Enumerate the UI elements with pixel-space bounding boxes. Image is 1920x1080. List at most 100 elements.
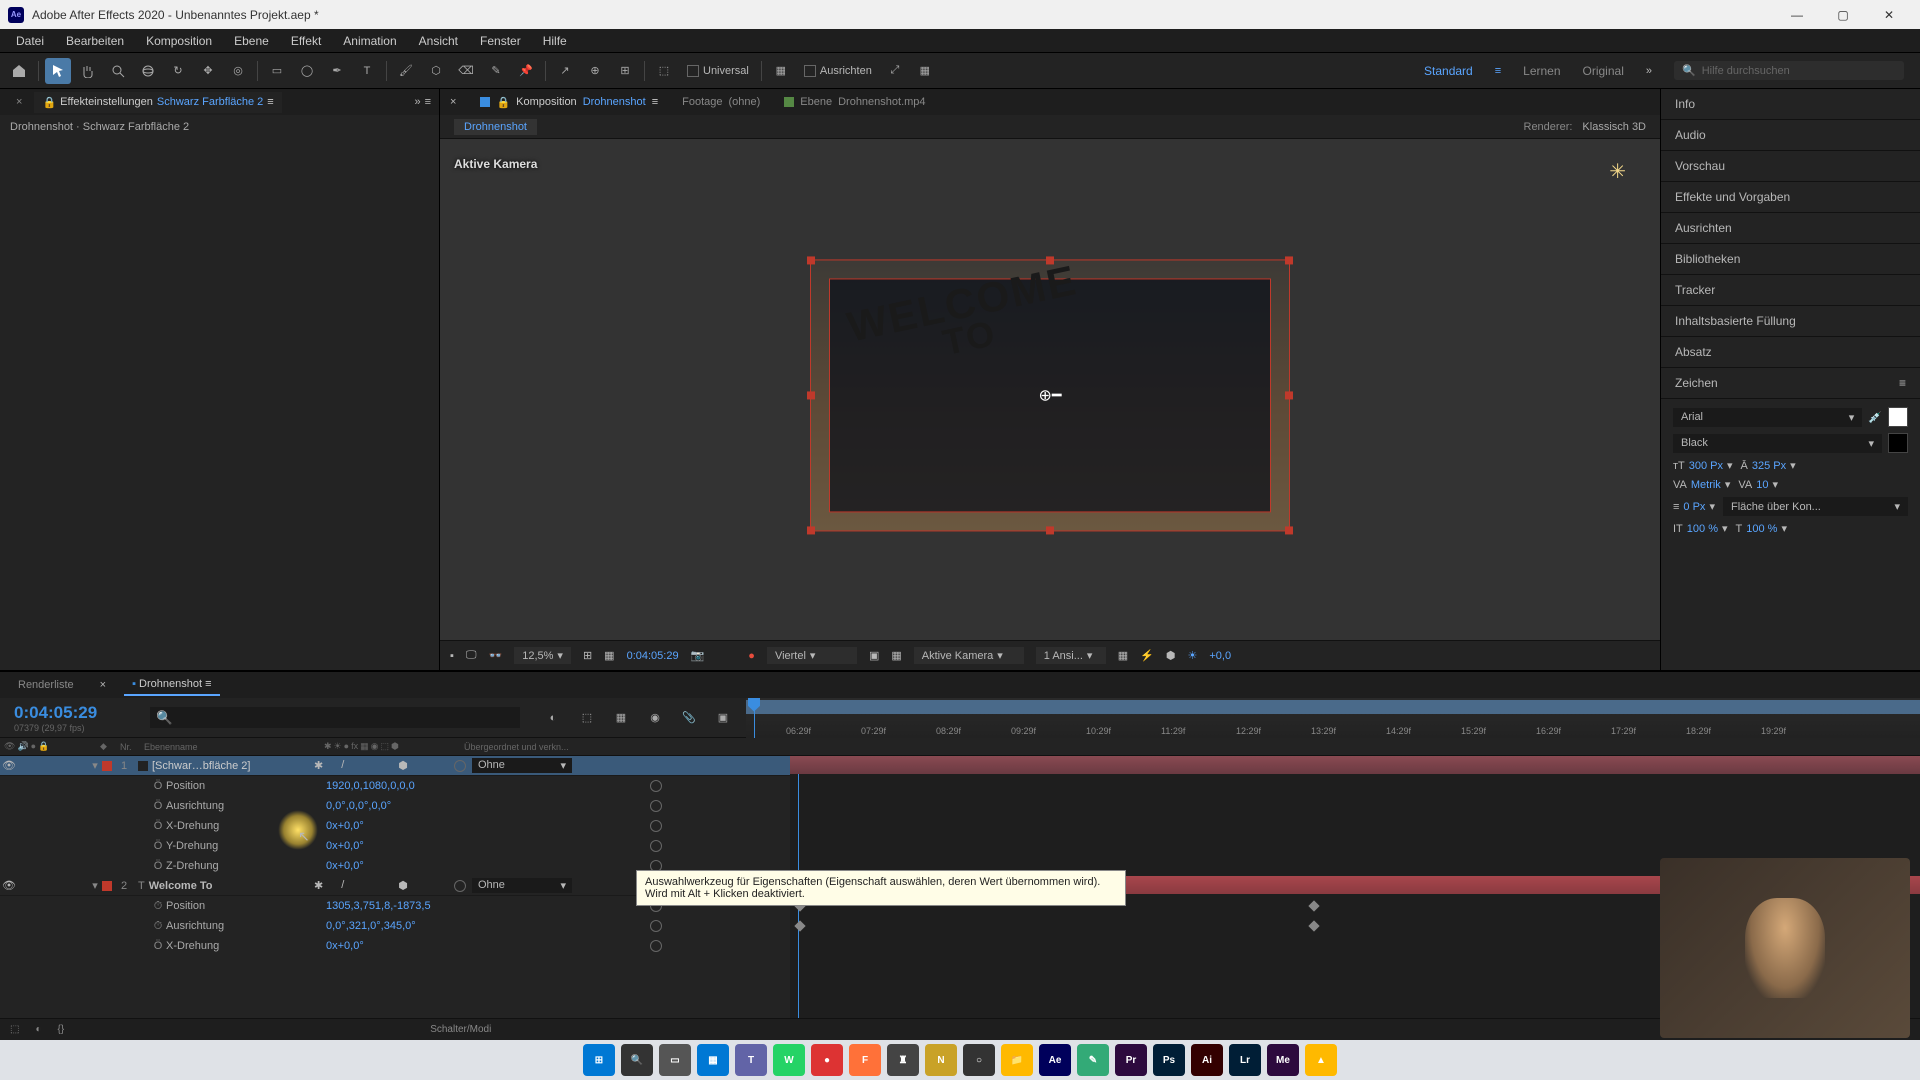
layer-track-bar[interactable]	[790, 756, 1920, 774]
taskbar-app-icon[interactable]: 📁	[1001, 1044, 1033, 1076]
exposure-value[interactable]: +0,0	[1209, 650, 1231, 662]
col-label-icon[interactable]: ◆	[100, 741, 107, 751]
menu-komposition[interactable]: Komposition	[136, 31, 222, 51]
property-row[interactable]: ÖAusrichtung0,0°,0,0°,0,0°	[0, 796, 790, 816]
tl-frameblend-icon[interactable]: ▦	[608, 705, 634, 731]
expression-pickwhip-icon[interactable]	[650, 800, 662, 812]
expression-pickwhip-icon[interactable]	[650, 840, 662, 852]
eraser-tool-icon[interactable]: ⌫	[453, 58, 479, 84]
minimize-button[interactable]: —	[1774, 0, 1820, 29]
taskbar-app-icon[interactable]: Lr	[1229, 1044, 1261, 1076]
pen-tool-icon[interactable]: ✒	[324, 58, 350, 84]
expression-pickwhip-icon[interactable]	[650, 780, 662, 792]
tl-toggle-brace-icon[interactable]: {}	[58, 1024, 65, 1035]
vc-monitor-icon[interactable]: 🖵	[466, 649, 477, 662]
axis-world-icon[interactable]: ⊕	[582, 58, 608, 84]
taskbar-app-icon[interactable]: ▲	[1305, 1044, 1337, 1076]
twirl-icon[interactable]: ▾	[88, 759, 102, 772]
tl-toggle-modes-icon[interactable]: ◐	[35, 1024, 41, 1035]
tl-graph-icon[interactable]: 📎	[676, 705, 702, 731]
tl-tab-close[interactable]: ×	[100, 679, 106, 691]
visibility-toggle[interactable]: 👁	[0, 759, 18, 772]
toggle-mask-icon[interactable]: ▦	[768, 58, 794, 84]
snap-grid-icon[interactable]: ▦	[912, 58, 938, 84]
workspace-lernen[interactable]: Lernen	[1523, 64, 1560, 78]
workspace-standard[interactable]: Standard	[1424, 64, 1473, 78]
leading-field[interactable]: Ā325 Px▾	[1741, 459, 1796, 472]
tl-toggle-switches-icon[interactable]: ⬚	[10, 1024, 19, 1035]
snap-icon[interactable]: ⬚	[651, 58, 677, 84]
font-weight-dropdown[interactable]: Black▾	[1673, 434, 1882, 453]
panel-zeichen[interactable]: Zeichen≡	[1661, 368, 1920, 399]
comp-tab-close[interactable]: ×	[450, 96, 456, 108]
visibility-toggle[interactable]: 👁	[0, 879, 18, 892]
panel-ausrichten[interactable]: Ausrichten	[1661, 213, 1920, 244]
universal-checkbox[interactable]: Universal	[687, 65, 749, 77]
col-eye-icon[interactable]: 👁	[4, 741, 15, 752]
roto-tool-icon[interactable]: ✎	[483, 58, 509, 84]
taskbar-app-icon[interactable]: ⊞	[583, 1044, 615, 1076]
kerning-field[interactable]: VAMetrik▾	[1673, 478, 1730, 491]
close-button[interactable]: ✕	[1866, 0, 1912, 29]
stroke-swatch[interactable]	[1888, 433, 1908, 453]
orbit-tool-icon[interactable]	[135, 58, 161, 84]
3d-toggle-icon[interactable]: ⬢	[398, 879, 408, 892]
workspace-menu-icon[interactable]: ≡	[1495, 65, 1501, 77]
panel-menu-icon[interactable]: ≡	[425, 96, 431, 108]
twirl-icon[interactable]: ▾	[88, 879, 102, 892]
taskbar-app-icon[interactable]: N	[925, 1044, 957, 1076]
taskbar-app-icon[interactable]: ●	[811, 1044, 843, 1076]
preview-canvas[interactable]: WELCOME TO ⊕━	[810, 259, 1290, 531]
vc-region-icon[interactable]: ▣	[869, 649, 879, 662]
comp-breadcrumb[interactable]: Drohnenshot	[454, 119, 537, 135]
menu-fenster[interactable]: Fenster	[470, 31, 531, 51]
expression-pickwhip-icon[interactable]	[650, 820, 662, 832]
stopwatch-icon[interactable]: Ö	[150, 820, 166, 832]
pickwhip-icon[interactable]	[454, 880, 466, 892]
panel-tracker[interactable]: Tracker	[1661, 275, 1920, 306]
composition-viewer[interactable]: Aktive Kamera ✳ WELCOME TO ⊕━	[440, 139, 1660, 640]
taskbar-app-icon[interactable]: ○	[963, 1044, 995, 1076]
taskbar-app-icon[interactable]: F	[849, 1044, 881, 1076]
rotate-tool-icon[interactable]: ↻	[165, 58, 191, 84]
property-row[interactable]: ÖX-Drehung0x+0,0°	[0, 816, 790, 836]
vc-grid-icon[interactable]: ▦	[604, 649, 614, 662]
menu-bearbeiten[interactable]: Bearbeiten	[56, 31, 134, 51]
pan-behind-tool-icon[interactable]: ✥	[195, 58, 221, 84]
parent-dropdown[interactable]: Ohne▾	[472, 878, 572, 893]
taskbar-app-icon[interactable]: Ai	[1191, 1044, 1223, 1076]
zoom-dropdown[interactable]: 12,5%▾	[514, 647, 571, 664]
axis-local-icon[interactable]: ↗	[552, 58, 578, 84]
footage-tab[interactable]: Footage (ohne)	[682, 96, 760, 108]
vc-res-icon[interactable]: ⊞	[583, 649, 592, 662]
stroke-order-dropdown[interactable]: Fläche über Kon...▾	[1723, 497, 1908, 516]
expression-pickwhip-icon[interactable]	[650, 940, 662, 952]
anchor-point-icon[interactable]: ⊕━	[1038, 385, 1061, 405]
tab-comp-drohnenshot[interactable]: ▪ Drohnenshot ≡	[124, 674, 219, 696]
stopwatch-icon[interactable]: Ö	[150, 860, 166, 872]
col-lock-icon[interactable]: 🔒	[38, 741, 49, 752]
light-icon[interactable]: ✳	[1609, 159, 1626, 184]
vc-exposure-icon[interactable]: ☀	[1187, 649, 1197, 662]
stopwatch-icon[interactable]: Ö	[150, 840, 166, 852]
layer-row[interactable]: 👁 ▾ 1 [Schwar…bfläche 2] ✱/⬢ Ohne▾	[0, 756, 790, 776]
col-solo-icon[interactable]: ●	[31, 741, 36, 752]
font-family-dropdown[interactable]: Arial▾	[1673, 408, 1862, 427]
panel-overflow-icon[interactable]: »	[414, 96, 420, 108]
panel-inhalt[interactable]: Inhaltsbasierte Füllung	[1661, 306, 1920, 337]
panel-effekte[interactable]: Effekte und Vorgaben	[1661, 182, 1920, 213]
camera-dropdown[interactable]: Aktive Kamera▾	[914, 647, 1024, 664]
effects-tab[interactable]: 🔒 Effekteinstellungen Schwarz Farbfläche…	[34, 92, 281, 113]
stopwatch-icon[interactable]: ⏱	[150, 920, 166, 933]
maximize-button[interactable]: ▢	[1820, 0, 1866, 29]
layer-tab[interactable]: Ebene Drohnenshot.mp4	[784, 96, 925, 108]
workspace-overflow-icon[interactable]: »	[1646, 65, 1652, 77]
tab-close-x[interactable]: ×	[8, 92, 30, 112]
property-row[interactable]: ÖPosition1920,0,1080,0,0,0	[0, 776, 790, 796]
panel-vorschau[interactable]: Vorschau	[1661, 151, 1920, 182]
pickwhip-icon[interactable]	[454, 760, 466, 772]
menu-effekt[interactable]: Effekt	[281, 31, 331, 51]
stroke-width-field[interactable]: ≡0 Px▾	[1673, 497, 1715, 516]
tl-comp-icon[interactable]: ⬚	[574, 705, 600, 731]
panel-info[interactable]: Info	[1661, 89, 1920, 120]
